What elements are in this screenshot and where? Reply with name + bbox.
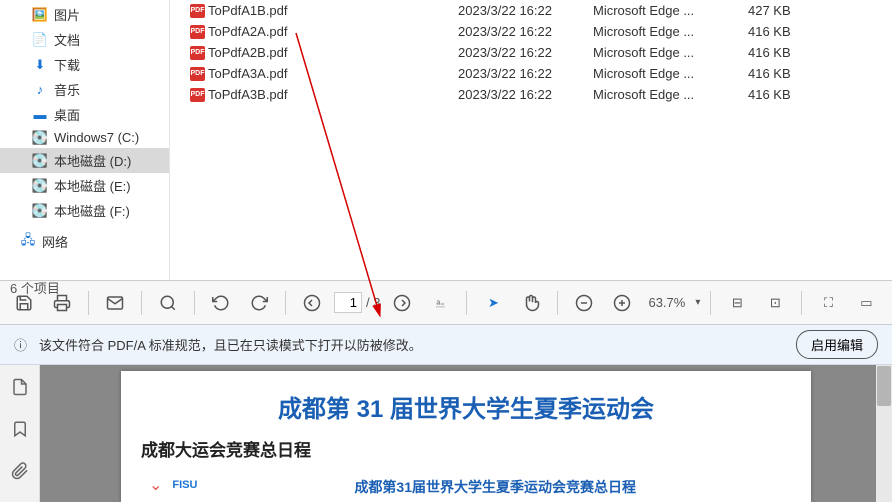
email-button[interactable] bbox=[99, 287, 131, 319]
zoom-level[interactable]: 63.7% bbox=[644, 295, 689, 310]
file-row[interactable]: PDFToPdfA2B.pdf2023/3/22 16:22Microsoft … bbox=[170, 42, 892, 63]
file-row[interactable]: PDFToPdfA2A.pdf2023/3/22 16:22Microsoft … bbox=[170, 21, 892, 42]
image-icon: 🖼️ bbox=[32, 8, 48, 22]
find-button[interactable] bbox=[152, 287, 184, 319]
info-icon: ⓘ bbox=[14, 335, 27, 354]
sidebar-item-downloads[interactable]: ⬇下载 bbox=[0, 52, 169, 77]
network-icon: 🖧 bbox=[20, 235, 36, 249]
pdf-icon: PDF bbox=[190, 67, 205, 81]
zoom-out-button[interactable] bbox=[568, 287, 600, 319]
logo-icon: ⌄ bbox=[149, 475, 162, 495]
sidebar-item-drive-d[interactable]: 💽本地磁盘 (D:) bbox=[0, 148, 169, 173]
next-page-button[interactable] bbox=[386, 287, 418, 319]
page-input[interactable] bbox=[334, 292, 362, 313]
pdf-icon: PDF bbox=[190, 25, 205, 39]
doc-subtitle2: 成都第31届世界大学生夏季运动会竞赛总日程 bbox=[207, 477, 783, 497]
sidebar-item-network[interactable]: 🖧网络 bbox=[0, 229, 169, 254]
pdf-icon: PDF bbox=[190, 46, 205, 60]
sidebar-item-pictures[interactable]: 🖼️图片 bbox=[0, 2, 169, 27]
save-button[interactable] bbox=[8, 287, 40, 319]
drive-icon: 💽 bbox=[32, 204, 48, 218]
file-row[interactable]: PDFToPdfA3B.pdf2023/3/22 16:22Microsoft … bbox=[170, 84, 892, 105]
pdf-icon: PDF bbox=[190, 4, 205, 18]
chevron-down-icon[interactable]: ▾ bbox=[695, 297, 700, 308]
pdfa-info-bar: ⓘ 该文件符合 PDF/A 标准规范，且已在只读模式下打开以防被修改。 启用编辑 bbox=[0, 325, 892, 365]
desktop-icon: ▬ bbox=[32, 108, 48, 122]
page-indicator: / 3 bbox=[334, 292, 380, 313]
scrollbar[interactable] bbox=[876, 365, 892, 502]
drive-icon: 💽 bbox=[32, 154, 48, 168]
hand-tool[interactable] bbox=[515, 287, 547, 319]
enable-editing-button[interactable]: 启用编辑 bbox=[796, 330, 878, 359]
sidebar-item-drive-c[interactable]: 💽Windows7 (C:) bbox=[0, 127, 169, 148]
explorer-sidebar: 🖼️图片 📄文档 ⬇下载 ♪音乐 ▬桌面 💽Windows7 (C:) 💽本地磁… bbox=[0, 0, 170, 280]
pdf-viewer: 成都第 31 届世界大学生夏季运动会 成都大运会竞赛总日程 ⌄ FISU 成都第… bbox=[0, 365, 892, 502]
viewer-sidebar bbox=[0, 365, 40, 502]
select-tool[interactable]: ➤ bbox=[477, 287, 509, 319]
prev-page-button[interactable] bbox=[296, 287, 328, 319]
logo-row: ⌄ FISU 成都第31届世界大学生夏季运动会竞赛总日程 bbox=[141, 469, 791, 501]
scrollbar-thumb[interactable] bbox=[877, 366, 891, 406]
fisu-logo: FISU bbox=[172, 479, 197, 491]
document-icon: 📄 bbox=[32, 33, 48, 47]
file-row[interactable]: PDFToPdfA3A.pdf2023/3/22 16:22Microsoft … bbox=[170, 63, 892, 84]
drive-icon: 💽 bbox=[32, 131, 48, 145]
download-icon: ⬇ bbox=[32, 58, 48, 72]
document-area[interactable]: 成都第 31 届世界大学生夏季运动会 成都大运会竞赛总日程 ⌄ FISU 成都第… bbox=[40, 365, 892, 502]
pdf-icon: PDF bbox=[190, 88, 205, 102]
sidebar-item-drive-e[interactable]: 💽本地磁盘 (E:) bbox=[0, 173, 169, 198]
sidebar-item-music[interactable]: ♪音乐 bbox=[0, 77, 169, 102]
fit-width-button[interactable]: ⊟ bbox=[721, 287, 753, 319]
presentation-button[interactable]: ▭ bbox=[850, 287, 882, 319]
file-row[interactable]: PDFToPdfA1B.pdf2023/3/22 16:22Microsoft … bbox=[170, 0, 892, 21]
drive-icon: 💽 bbox=[32, 179, 48, 193]
doc-subtitle: 成都大运会竞赛总日程 bbox=[141, 436, 791, 461]
file-list: PDFToPdfA1B.pdf2023/3/22 16:22Microsoft … bbox=[170, 0, 892, 280]
doc-title: 成都第 31 届世界大学生夏季运动会 bbox=[141, 389, 791, 424]
sidebar-item-desktop[interactable]: ▬桌面 bbox=[0, 102, 169, 127]
fit-page-button[interactable]: ⊡ bbox=[759, 287, 791, 319]
fullscreen-button[interactable]: ⛶ bbox=[812, 287, 844, 319]
music-icon: ♪ bbox=[32, 83, 48, 97]
zoom-in-button[interactable] bbox=[606, 287, 638, 319]
print-button[interactable] bbox=[46, 287, 78, 319]
pdf-page: 成都第 31 届世界大学生夏季运动会 成都大运会竞赛总日程 ⌄ FISU 成都第… bbox=[121, 371, 811, 502]
bookmarks-panel-button[interactable] bbox=[8, 417, 32, 441]
redo-button[interactable] bbox=[243, 287, 275, 319]
attachments-panel-button[interactable] bbox=[8, 459, 32, 483]
pages-panel-button[interactable] bbox=[8, 375, 32, 399]
page-options-icon[interactable]: ⎁ bbox=[424, 287, 456, 319]
sidebar-item-drive-f[interactable]: 💽本地磁盘 (F:) bbox=[0, 198, 169, 223]
undo-button[interactable] bbox=[205, 287, 237, 319]
sidebar-item-documents[interactable]: 📄文档 bbox=[0, 27, 169, 52]
info-message: 该文件符合 PDF/A 标准规范，且已在只读模式下打开以防被修改。 bbox=[39, 335, 796, 354]
